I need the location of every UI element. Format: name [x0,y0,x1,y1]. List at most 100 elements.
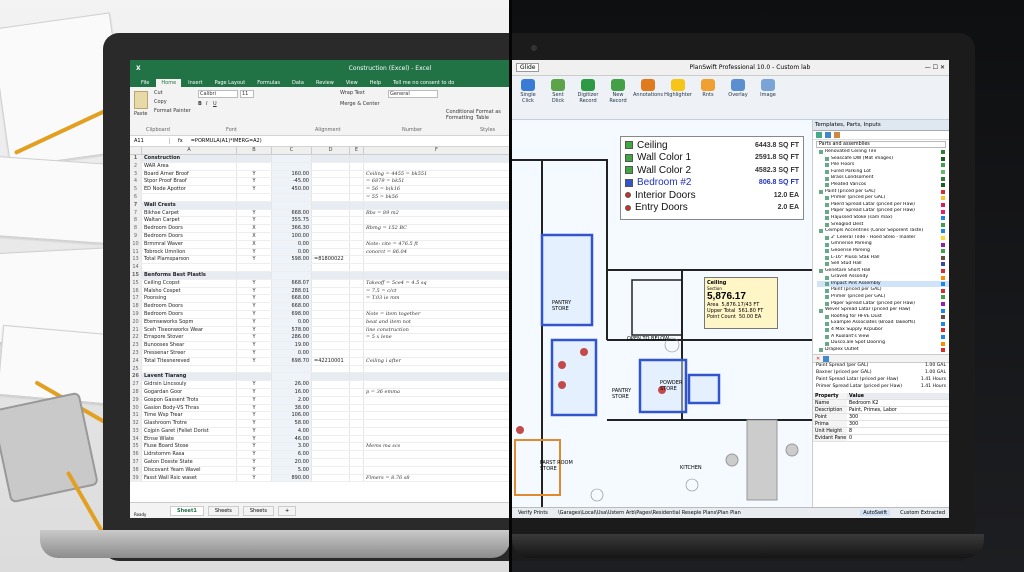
property-row[interactable]: Description Paint, Primes, Labor [813,407,949,414]
tree-item[interactable]: A Ruolant's View [817,334,949,341]
table-cell[interactable]: = 7.5 = c/ct [364,287,510,295]
table-cell[interactable] [312,466,350,474]
table-cell[interactable] [364,404,510,412]
table-cell[interactable] [364,342,510,349]
table-cell[interactable]: Rbs = 89 m2 [364,209,510,217]
tab-home[interactable]: Home [156,79,182,87]
ribbon-button[interactable]: Digitizer Record [576,79,600,116]
table-cell[interactable]: Rbmg = 152 BC [364,225,510,232]
tree-item[interactable]: Brass Londsoment [817,175,949,182]
table-cell[interactable] [312,404,350,412]
font-name-select[interactable]: Calibri [198,90,238,98]
table-cell[interactable] [350,193,364,201]
number-format-select[interactable]: General [388,90,438,98]
table-cell[interactable] [237,201,272,209]
table-row[interactable]: 15 Benforms Best Plastls [130,271,510,280]
table-row[interactable]: 30 Gasion Body-VS Thras Y 38.00 [130,404,510,413]
table-cell[interactable] [364,155,510,162]
table-cell[interactable]: 16.00 [272,388,312,396]
table-cell[interactable] [350,318,364,326]
column-header[interactable]: C [272,147,312,154]
table-cell[interactable]: Y [237,435,272,443]
table-cell[interactable] [350,427,364,435]
italic-button[interactable]: I [206,101,207,107]
table-cell[interactable] [312,209,350,217]
table-cell[interactable] [350,420,364,427]
table-cell[interactable]: = T.03 ie mm [364,295,510,303]
table-cell[interactable]: Y [237,326,272,334]
ribbon-button[interactable]: Annotations [633,79,663,116]
table-cell[interactable] [312,474,350,482]
autoswift-button[interactable]: AutoSwift [860,510,891,516]
table-cell[interactable]: 19.00 [272,342,312,349]
table-cell[interactable] [364,201,510,209]
table-row[interactable]: 16 Malsho Cospet Y 288.01 = 7.5 = c/ct [130,287,510,296]
table-cell[interactable]: Cojpin Garet (Feliet Dorist [142,427,237,435]
table-cell[interactable] [364,349,510,357]
table-row[interactable]: 8 Waltan Carpet Y 355.75 [130,217,510,226]
properties-grid[interactable]: Name Bedroom K2 Description Paint, Primes, … [813,400,949,442]
table-cell[interactable] [350,443,364,451]
table-cell[interactable]: 698.00 [272,310,312,318]
column-header[interactable]: D [312,147,350,154]
table-cell[interactable]: Gospon Gassent Trots [142,396,237,404]
sheet-tab[interactable]: Sheets [242,505,274,516]
table-cell[interactable] [312,310,350,318]
table-cell[interactable] [350,264,364,271]
tree-item[interactable]: Dusco.ale Spot Dooring [817,340,949,347]
tab-insert[interactable]: Insert [183,79,207,87]
tree-item[interactable]: Roofing for HFVE Dust [817,314,949,321]
table-cell[interactable] [350,357,364,365]
table-cell[interactable] [364,162,510,170]
table-cell[interactable] [312,170,350,178]
table-cell[interactable] [272,155,312,162]
table-row[interactable]: 20 Etemseworks Sopm Y 0.00 beat and item not [130,318,510,327]
table-cell[interactable]: Y [237,443,272,451]
table-cell[interactable] [237,365,272,373]
table-row[interactable]: 2 WAR Area [130,162,510,171]
table-cell[interactable]: Y [237,310,272,318]
table-row[interactable]: 10 Brmmral Waver X 0.00 Note: cite = 476.5 f… [130,240,510,249]
table-row[interactable]: 39 Fasst Wall Rsic waset Y 890.00 Flmers = 8… [130,474,510,483]
table-cell[interactable] [272,201,312,209]
table-cell[interactable]: Y [237,357,272,365]
table-row[interactable]: 17 Poonsing Y 668.00 = T.03 ie mm [130,295,510,304]
table-cell[interactable]: Pressenar Streer [142,349,237,357]
table-cell[interactable] [350,334,364,342]
table-cell[interactable]: Lavent Tiarang [142,373,237,381]
table-row[interactable]: 37 Gaton Dosste State Y 20.00 [130,459,510,467]
tab-review[interactable]: Review [311,79,339,87]
table-cell[interactable] [350,248,364,256]
table-cell[interactable]: Bedroom Doors [142,310,237,318]
table-cell[interactable] [272,162,312,170]
table-row[interactable]: 15 Ceiling Ccopst Y 668.07 Takeoff = 5ce4 = … [130,279,510,288]
table-cell[interactable]: 46.00 [272,435,312,443]
table-cell[interactable] [364,232,510,240]
table-cell[interactable] [350,256,364,264]
table-cell[interactable]: Gogardan Goor [142,388,237,396]
table-cell[interactable]: p = 36 emma [364,388,510,396]
tab-help[interactable]: Help [365,79,386,87]
table-cell[interactable] [350,459,364,466]
table-cell[interactable]: Y [237,256,272,264]
table-cell[interactable] [350,474,364,482]
table-cell[interactable]: 5.00 [272,466,312,474]
table-cell[interactable]: 366.30 [272,225,312,232]
property-value[interactable]: 8 [847,428,852,434]
table-cell[interactable] [312,396,350,404]
ribbon-button[interactable]: Image [756,79,780,116]
table-cell[interactable]: Y [237,388,272,396]
tree-item[interactable]: Gravell Assondy [817,274,949,281]
paste-button[interactable]: Paste [134,111,148,117]
edit-icon[interactable] [823,356,830,362]
table-cell[interactable] [350,404,364,412]
table-cell[interactable] [364,365,510,373]
file-tab[interactable]: Glide [516,63,540,72]
table-row[interactable]: 28 Gogardan Goor Y 16.00 p = 36 emma [130,388,510,397]
table-cell[interactable] [312,326,350,334]
column-header[interactable]: F [364,147,510,154]
table-cell[interactable] [364,271,510,279]
table-cell[interactable]: =42210001 [312,357,350,365]
table-cell[interactable] [237,155,272,162]
add-sheet-button[interactable]: + [277,505,297,516]
